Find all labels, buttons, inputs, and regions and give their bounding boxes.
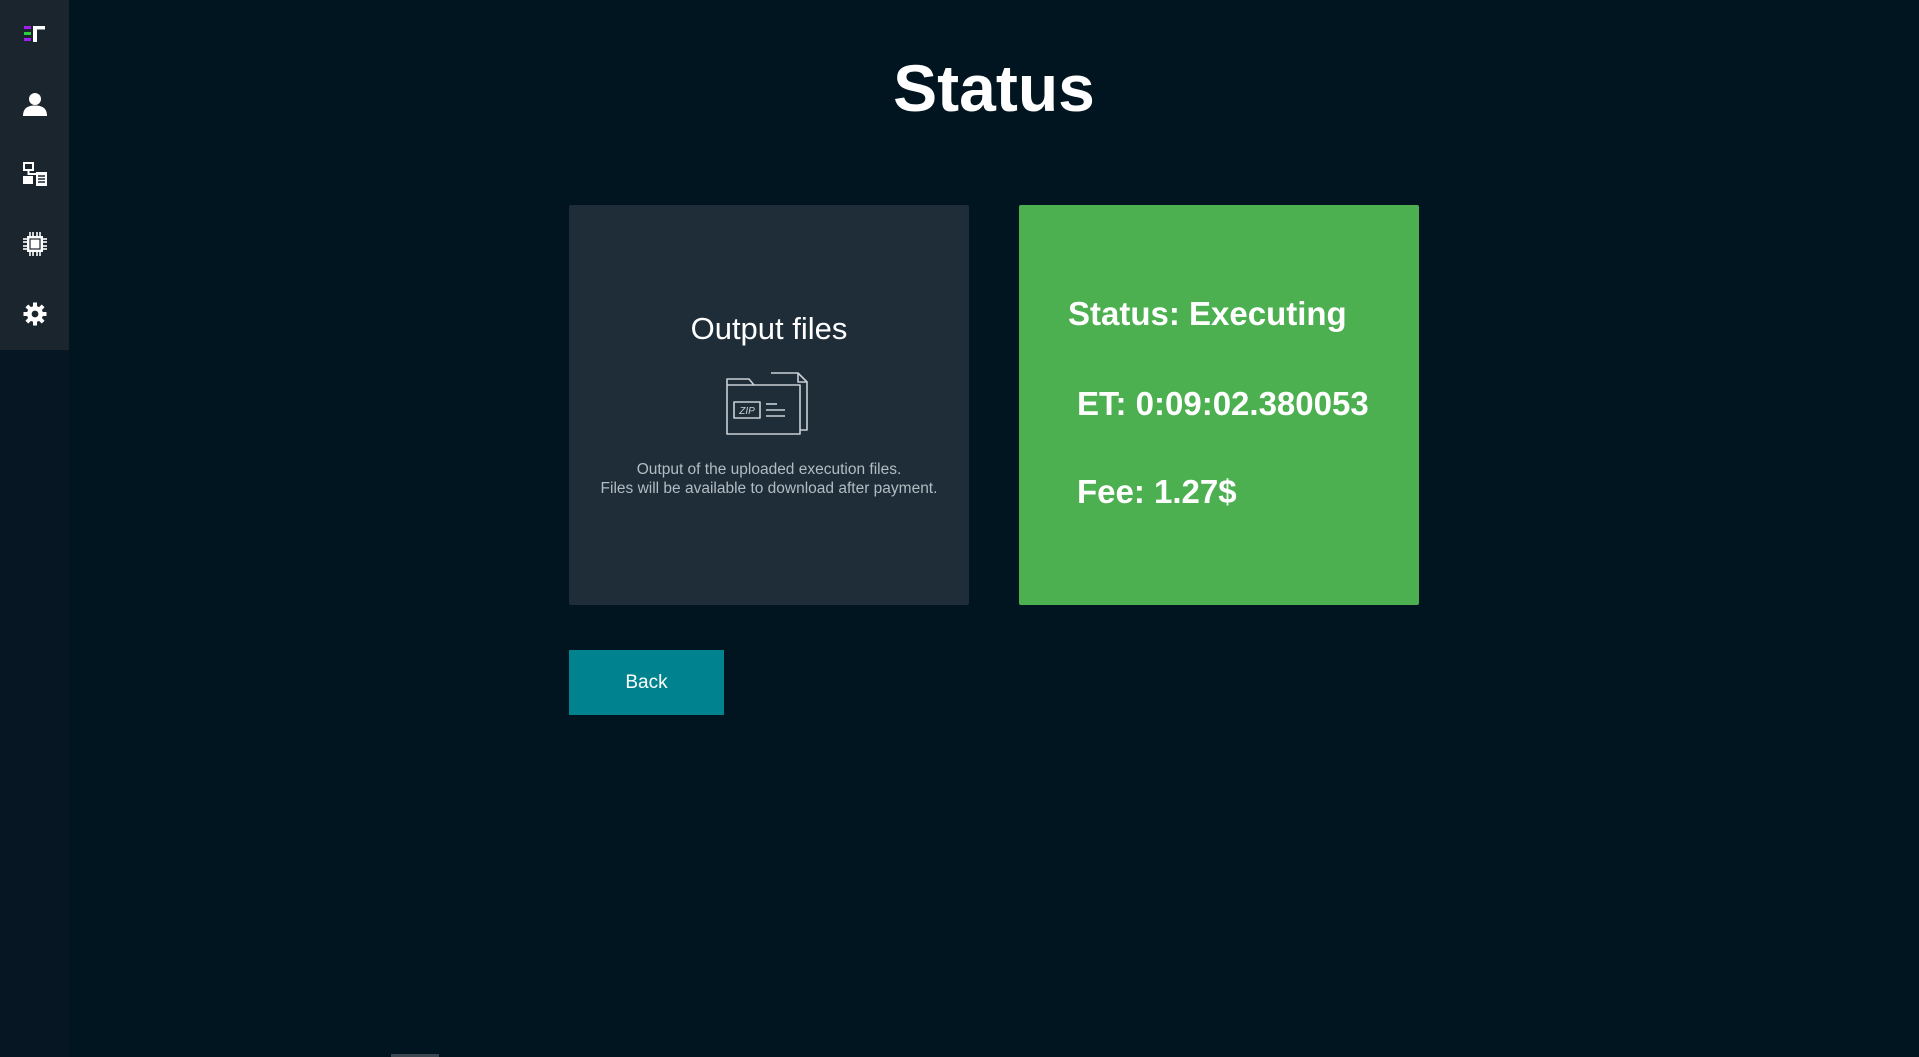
logo-icon — [23, 26, 45, 42]
sidebar-item-processors[interactable] — [0, 214, 69, 274]
output-files-title: Output files — [690, 311, 848, 346]
elapsed-time: ET: 0:09:02.380053 — [1077, 385, 1369, 422]
sidebar-item-jobs[interactable] — [0, 144, 69, 204]
page-title: Status — [893, 51, 1095, 125]
zip-folder-icon: ZIP — [726, 372, 808, 435]
svg-text:ZIP: ZIP — [738, 406, 755, 417]
output-description-line-2: Files will be available to download afte… — [600, 480, 938, 497]
status-page: Status Output files ZIP Output of the up… — [0, 0, 1919, 1057]
output-files-card[interactable]: Output files ZIP Output of the uploaded … — [569, 205, 969, 605]
sidebar — [0, 0, 69, 1057]
status-label: Status: Executing — [1068, 295, 1347, 332]
network-document-icon — [22, 162, 47, 186]
sidebar-menu — [0, 0, 69, 350]
user-icon — [22, 93, 47, 116]
chip-icon — [22, 232, 47, 256]
status-card: Status: Executing ET: 0:09:02.380053 Fee… — [1019, 205, 1419, 605]
back-button[interactable]: Back — [569, 650, 724, 715]
fee-amount: Fee: 1.27$ — [1077, 473, 1237, 510]
sidebar-item-profile[interactable] — [0, 74, 69, 134]
sidebar-item-logo[interactable] — [0, 4, 69, 64]
output-files-description: Output of the uploaded execution files. … — [569, 460, 969, 498]
sidebar-item-settings[interactable] — [0, 284, 69, 344]
output-description-line-1: Output of the uploaded execution files. — [636, 461, 902, 478]
gear-icon — [23, 302, 46, 326]
